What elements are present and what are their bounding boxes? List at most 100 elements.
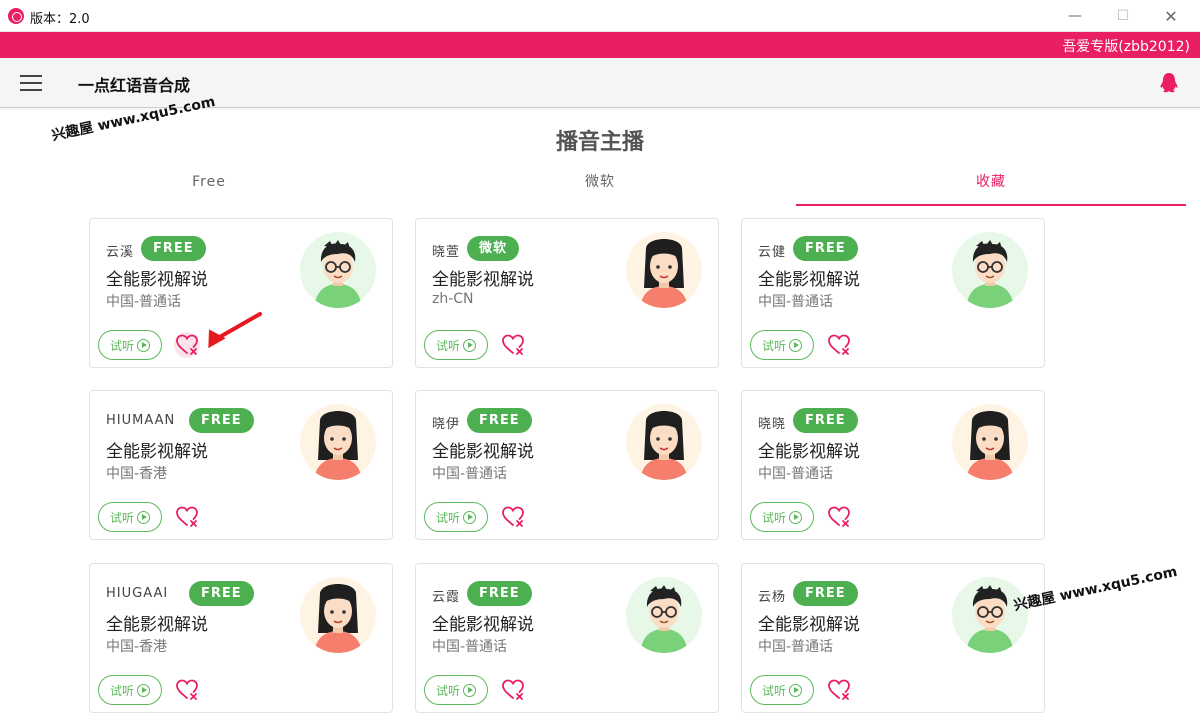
unfavorite-heart-icon[interactable] [826, 677, 852, 703]
play-icon [463, 338, 476, 352]
listen-button[interactable]: 试听 [424, 675, 488, 705]
listen-label: 试听 [435, 510, 460, 525]
listen-button[interactable]: 试听 [750, 502, 814, 532]
tab-free[interactable]: Free [14, 160, 404, 206]
male-avatar [300, 232, 376, 308]
unfavorite-heart-icon[interactable] [174, 332, 200, 358]
tab-favorites[interactable]: 收藏 [796, 160, 1186, 206]
voice-locale: 中国-普通话 [758, 294, 834, 310]
voice-name: 云杨 [758, 590, 787, 605]
voice-title: 全能影视解说 [106, 270, 208, 290]
window-title: 版本：2.0 [30, 12, 90, 27]
voice-card: 云霞 FREE 全能影视解说 中国-普通话 试听 [415, 563, 719, 713]
app-logo-icon [8, 8, 24, 24]
minimize-button[interactable]: — [1052, 0, 1098, 32]
voice-title: 全能影视解说 [758, 270, 860, 290]
brand-bar: 吾爱专版(zbb2012) [0, 32, 1200, 58]
voice-name: 云健 [758, 245, 787, 260]
listen-button[interactable]: 试听 [98, 675, 162, 705]
unfavorite-heart-icon[interactable] [500, 677, 526, 703]
voice-name: 晓晓 [758, 417, 787, 432]
voice-badge: FREE [141, 236, 206, 261]
voice-badge: 微软 [467, 236, 520, 261]
voice-badge: FREE [467, 581, 532, 606]
listen-button[interactable]: 试听 [424, 330, 488, 360]
listen-label: 试听 [109, 683, 134, 698]
voice-title: 全能影视解说 [432, 442, 534, 462]
page-title: 播音主播 [555, 130, 644, 155]
hamburger-menu-icon[interactable] [20, 75, 42, 91]
brand-text: 吾爱专版(zbb2012) [1062, 39, 1190, 55]
voice-title: 全能影视解说 [106, 442, 208, 462]
close-button[interactable]: ✕ [1148, 0, 1194, 32]
listen-label: 试听 [109, 338, 134, 353]
listen-button[interactable]: 试听 [98, 330, 162, 360]
voice-name: HIUMAAN [106, 413, 176, 428]
listen-button[interactable]: 试听 [750, 675, 814, 705]
voice-badge: FREE [189, 408, 254, 433]
voice-card: 晓晓 FREE 全能影视解说 中国-普通话 试听 [741, 390, 1045, 540]
female-avatar [952, 404, 1028, 480]
male-avatar [952, 577, 1028, 653]
voice-title: 全能影视解说 [106, 615, 208, 635]
voice-card: HIUGAAI FREE 全能影视解说 中国-香港 试听 [89, 563, 393, 713]
voice-locale: 中国-香港 [106, 466, 168, 482]
red-arrow-annotation [208, 312, 262, 348]
female-avatar [300, 577, 376, 653]
unfavorite-heart-icon[interactable] [500, 332, 526, 358]
voice-name: 晓萱 [432, 245, 461, 260]
listen-button[interactable]: 试听 [424, 502, 488, 532]
play-icon [137, 510, 150, 524]
voice-badge: FREE [793, 581, 858, 606]
play-icon [789, 338, 802, 352]
male-avatar [952, 232, 1028, 308]
tab-microsoft[interactable]: 微软 [405, 160, 795, 206]
voice-title: 全能影视解说 [758, 442, 860, 462]
voice-badge: FREE [793, 408, 858, 433]
window-titlebar: 版本：2.0 — ☐ ✕ [0, 0, 1200, 32]
unfavorite-heart-icon[interactable] [826, 504, 852, 530]
voice-locale: 中国-普通话 [758, 466, 834, 482]
female-avatar [626, 232, 702, 308]
male-avatar [626, 577, 702, 653]
play-icon [463, 510, 476, 524]
voice-title: 全能影视解说 [758, 615, 860, 635]
play-icon [463, 683, 476, 697]
unfavorite-heart-icon[interactable] [174, 677, 200, 703]
voice-badge: FREE [189, 581, 254, 606]
listen-button[interactable]: 试听 [98, 502, 162, 532]
listen-label: 试听 [435, 338, 460, 353]
unfavorite-heart-icon[interactable] [174, 504, 200, 530]
listen-label: 试听 [109, 510, 134, 525]
maximize-button[interactable]: ☐ [1100, 0, 1146, 32]
play-icon [137, 683, 150, 697]
listen-label: 试听 [761, 683, 786, 698]
voice-badge: FREE [793, 236, 858, 261]
qq-penguin-icon[interactable] [1158, 72, 1180, 94]
voice-locale: 中国-普通话 [432, 639, 508, 655]
voice-locale: 中国-普通话 [432, 466, 508, 482]
unfavorite-heart-icon[interactable] [826, 332, 852, 358]
unfavorite-heart-icon[interactable] [500, 504, 526, 530]
voice-name: HIUGAAI [106, 586, 169, 601]
voice-name: 云溪 [106, 245, 135, 260]
app-title: 一点红语音合成 [78, 76, 191, 95]
listen-button[interactable]: 试听 [750, 330, 814, 360]
tab-bar: Free 微软 收藏 [14, 160, 1186, 208]
voice-locale: 中国-普通话 [106, 294, 182, 310]
voice-name: 晓伊 [432, 417, 461, 432]
voice-card: 晓萱 微软 全能影视解说 zh-CN 试听 [415, 218, 719, 368]
play-icon [789, 683, 802, 697]
voice-title: 全能影视解说 [432, 615, 534, 635]
play-icon [137, 338, 150, 352]
voice-locale: zh-CN [432, 291, 474, 307]
listen-label: 试听 [435, 683, 460, 698]
voice-card: 云健 FREE 全能影视解说 中国-普通话 试听 [741, 218, 1045, 368]
voice-card: 云杨 FREE 全能影视解说 中国-普通话 试听 [741, 563, 1045, 713]
voice-card: HIUMAAN FREE 全能影视解说 中国-香港 试听 [89, 390, 393, 540]
voice-badge: FREE [467, 408, 532, 433]
voice-card: 晓伊 FREE 全能影视解说 中国-普通话 试听 [415, 390, 719, 540]
female-avatar [626, 404, 702, 480]
listen-label: 试听 [761, 510, 786, 525]
play-icon [789, 510, 802, 524]
